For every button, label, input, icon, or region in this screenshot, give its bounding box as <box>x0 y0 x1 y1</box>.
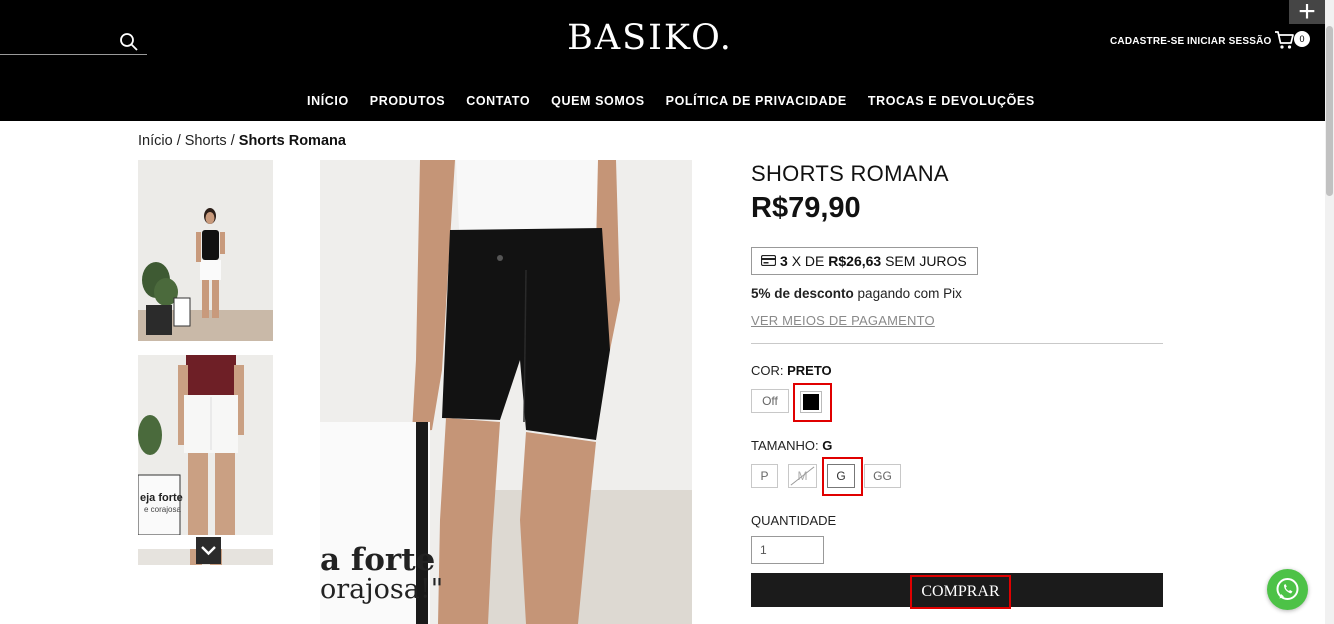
installments-box: 3 X DE R$26,63 SEM JUROS <box>751 247 978 275</box>
chevron-down-icon <box>201 546 216 556</box>
payment-methods-link[interactable]: VER MEIOS DE PAGAMENTO <box>751 313 935 328</box>
size-option-g[interactable]: G <box>827 464 855 488</box>
color-selected-value: PRETO <box>787 363 832 378</box>
credit-card-icon <box>761 255 776 266</box>
product-thumbnail-1[interactable] <box>138 160 273 341</box>
product-main-image[interactable]: a forte orajosa!" <box>320 160 692 624</box>
nav-item-inicio[interactable]: INÍCIO <box>307 94 349 108</box>
buy-button-label[interactable]: COMPRAR <box>910 575 1011 609</box>
size-option-gg[interactable]: GG <box>864 464 901 488</box>
nav-item-quem-somos[interactable]: QUEM SOMOS <box>551 94 645 108</box>
cart-count-badge: 0 <box>1294 31 1310 47</box>
nav-item-contato[interactable]: CONTATO <box>466 94 530 108</box>
product-title: SHORTS ROMANA <box>751 161 949 186</box>
breadcrumb: Início / Shorts / Shorts Romana <box>138 133 346 149</box>
size-option-p[interactable]: P <box>751 464 778 488</box>
thumbnail-sign-text: eja forte <box>140 492 183 504</box>
product-thumbnail-2[interactable]: eja forte e corajosa <box>138 355 273 535</box>
pix-discount-bold: 5% de desconto <box>751 286 854 301</box>
page-scrollbar[interactable] <box>1325 0 1334 624</box>
installments-suffix: SEM JUROS <box>885 253 967 269</box>
site-logo[interactable]: BASIKO. <box>560 18 740 58</box>
pix-discount-text: pagando com Pix <box>857 286 962 301</box>
whatsapp-button[interactable] <box>1267 569 1308 610</box>
nav-item-privacidade[interactable]: POLÍTICA DE PRIVACIDADE <box>666 94 847 108</box>
divider <box>751 343 1163 344</box>
login-link[interactable]: INICIAR SESSÃO <box>1187 36 1271 47</box>
search-icon <box>120 33 138 51</box>
quantity-input[interactable] <box>751 536 824 564</box>
quantity-label: QUANTIDADE <box>751 513 837 528</box>
breadcrumb-separator: / <box>176 133 181 149</box>
size-label-text: TAMANHO: <box>751 438 819 453</box>
search-button[interactable] <box>118 31 140 53</box>
register-link[interactable]: CADASTRE-SE <box>1110 36 1184 47</box>
nav-item-produtos[interactable]: PRODUTOS <box>370 94 445 108</box>
breadcrumb-home[interactable]: Início <box>138 133 173 149</box>
size-option-m[interactable]: M <box>788 464 817 488</box>
search-input[interactable] <box>0 54 147 55</box>
product-price: R$79,90 <box>751 192 861 224</box>
installments-amount: R$26,63 <box>828 253 882 269</box>
whatsapp-icon <box>1276 578 1299 600</box>
breadcrumb-current: Shorts Romana <box>238 133 346 149</box>
main-nav: INÍCIO PRODUTOS CONTATO QUEM SOMOS POLÍT… <box>300 94 1056 108</box>
installments-x-de: X DE <box>791 253 825 269</box>
color-option-preto[interactable] <box>800 391 822 413</box>
cart-icon <box>1275 31 1294 49</box>
breadcrumb-separator: / <box>230 133 235 149</box>
breadcrumb-category[interactable]: Shorts <box>185 133 227 149</box>
unavailable-strike <box>790 466 815 486</box>
size-selected-value: G <box>822 438 833 453</box>
nav-item-trocas[interactable]: TROCAS E DEVOLUÇÕES <box>868 94 1035 108</box>
installments-count: 3 <box>780 253 788 269</box>
site-header: BASIKO. CADASTRE-SE INICIAR SESSÃO 0 + I… <box>0 0 1334 121</box>
pix-discount: 5% de desconto pagando com Pix <box>751 286 962 301</box>
color-label-text: COR: <box>751 363 784 378</box>
thumbnail-sign-text: e corajosa <box>144 505 181 514</box>
color-option-off[interactable]: Off <box>751 389 789 413</box>
size-label: TAMANHO: G <box>751 438 832 453</box>
plus-button[interactable]: + <box>1289 0 1325 27</box>
sign-text: a forte <box>320 542 436 578</box>
color-label: COR: PRETO <box>751 363 832 378</box>
cart-button[interactable]: 0 <box>1274 30 1310 52</box>
sign-text: orajosa!" <box>320 574 444 605</box>
thumbnail-photo <box>138 160 273 341</box>
thumbnail-scroll-down-button[interactable] <box>196 537 221 564</box>
scrollbar-thumb[interactable] <box>1326 26 1333 196</box>
